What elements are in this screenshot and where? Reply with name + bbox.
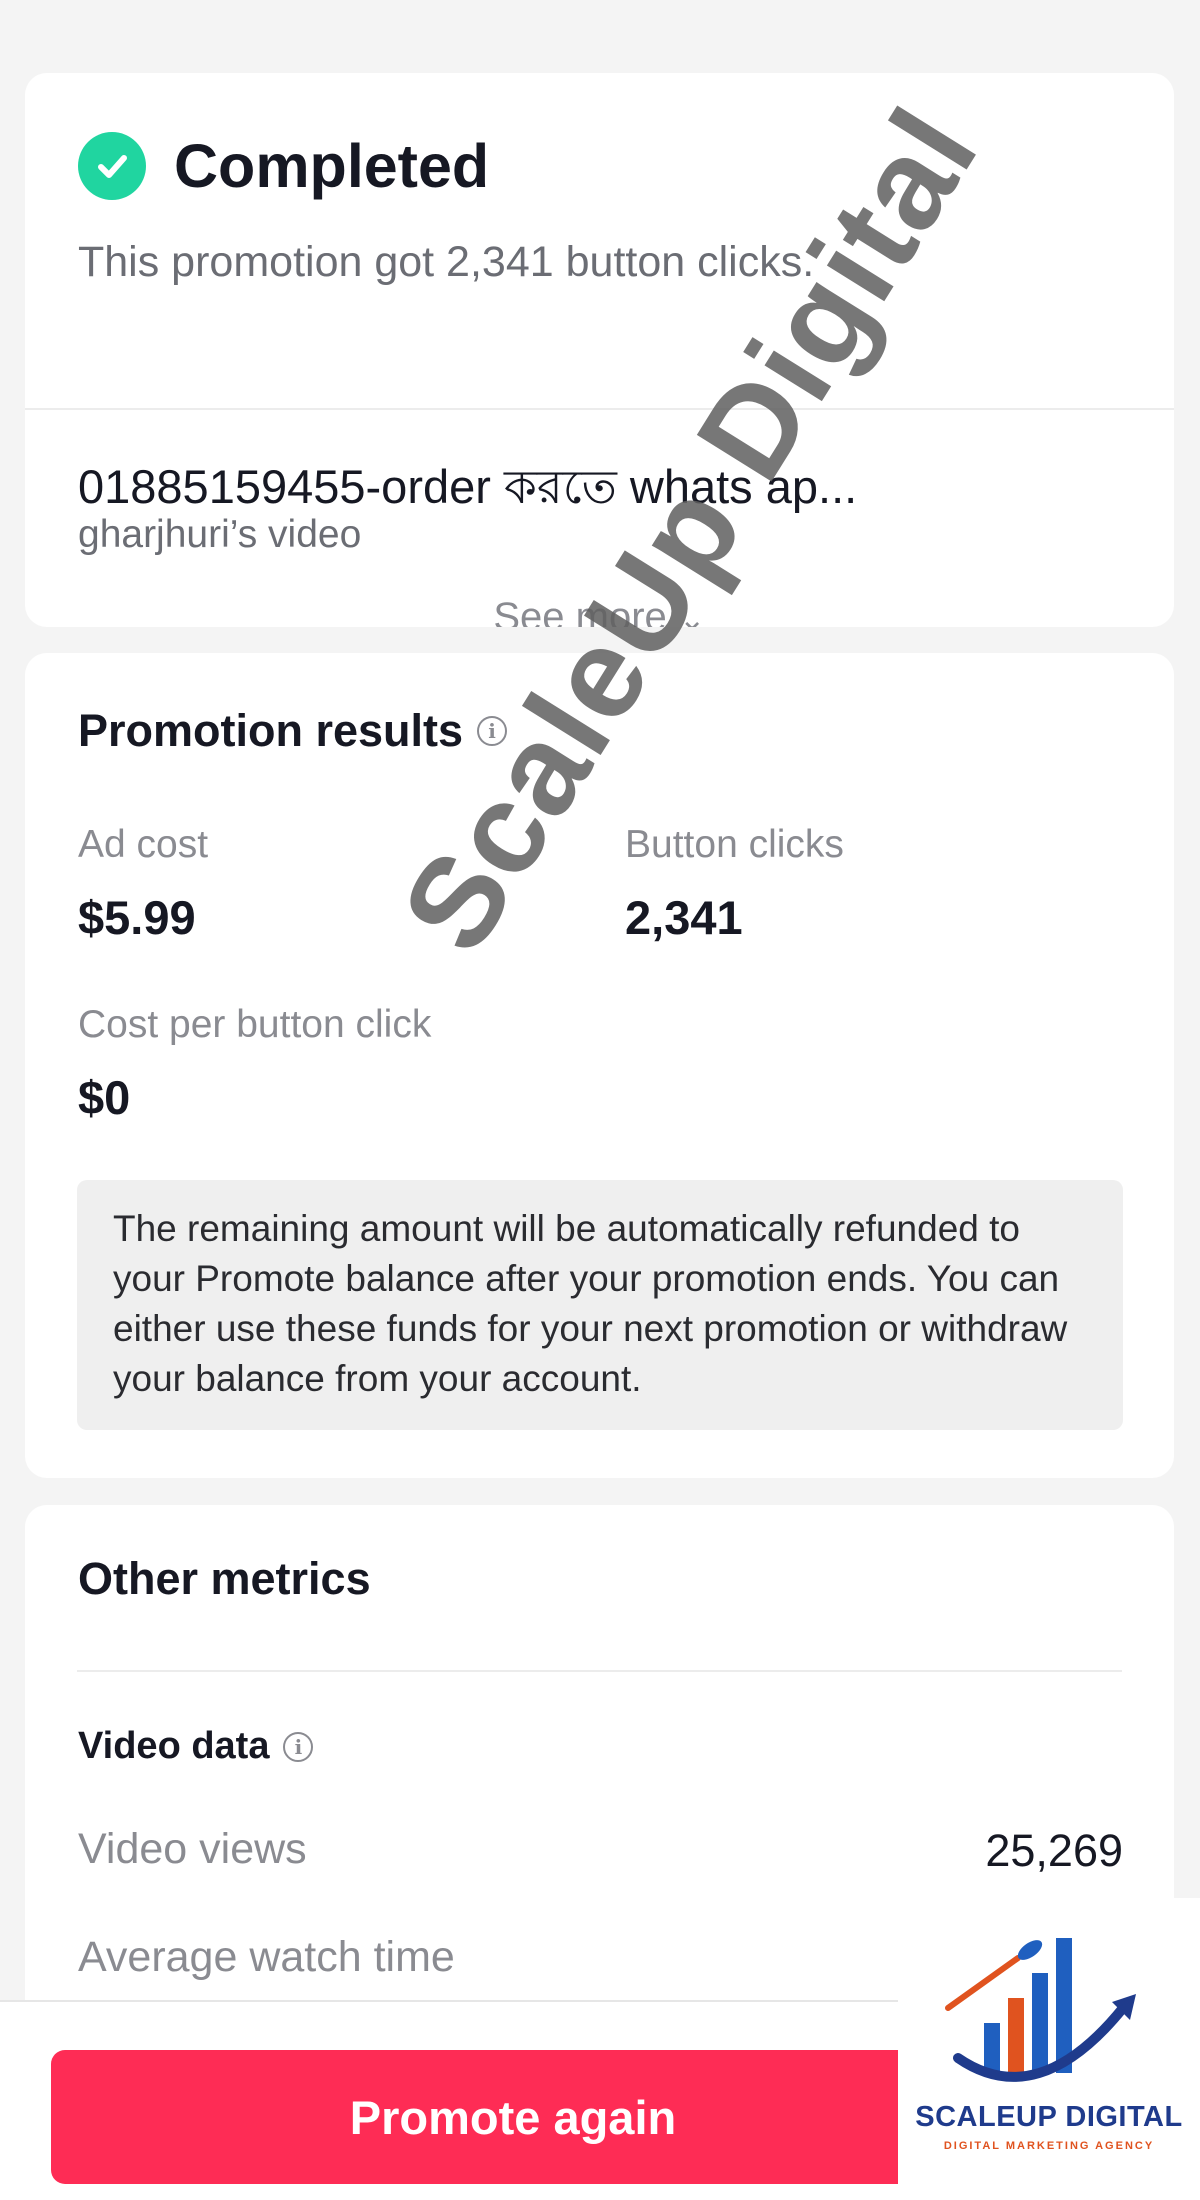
logo-tagline: DIGITAL MARKETING AGENCY (943, 2140, 1155, 2152)
button-clicks-value: 2,341 (625, 891, 743, 944)
promotion-results-card: Promotion results i Ad cost $5.99 Button… (25, 653, 1174, 1478)
video-owner: gharjhuri’s video (78, 513, 362, 556)
video-data-header: Video data i (78, 1725, 314, 1768)
other-metrics-title: Other metrics (78, 1553, 371, 1604)
video-views-label: Video views (78, 1825, 307, 1873)
refund-note: The remaining amount will be automatical… (77, 1180, 1123, 1430)
divider (77, 1670, 1122, 1672)
checkmark-icon (78, 132, 146, 200)
ad-cost-value: $5.99 (78, 891, 196, 944)
status-title: Completed (174, 132, 490, 200)
promotion-status-card: Completed This promotion got 2,341 butto… (25, 73, 1174, 627)
divider (25, 408, 1174, 410)
info-icon[interactable]: i (477, 716, 508, 746)
avg-watch-time-label: Average watch time (78, 1933, 455, 1981)
logo-name: SCALEUP DIGITAL (915, 2101, 1183, 2133)
video-data-label: Video data (78, 1725, 270, 1767)
status-subtitle: This promotion got 2,341 button clicks. (78, 238, 815, 286)
agency-logo: SCALEUP DIGITAL DIGITAL MARKETING AGENCY (898, 1898, 1200, 2200)
see-more-label: See more (493, 595, 667, 627)
info-icon[interactable]: i (283, 1731, 314, 1762)
video-views-value: 25,269 (985, 1825, 1123, 1876)
logo-graphic-icon (945, 1938, 1136, 2082)
chevron-down-icon: ⌄ (678, 601, 706, 627)
ad-cost-label: Ad cost (78, 823, 209, 866)
promote-again-label: Promote again (349, 2090, 677, 2144)
promotion-results-title: Promotion results i (78, 705, 508, 757)
promotion-details-page: Completed This promotion got 2,341 butto… (0, 0, 1200, 2200)
cost-per-click-value: $0 (78, 1071, 131, 1124)
cost-per-click-label: Cost per button click (78, 1003, 432, 1046)
button-clicks-label: Button clicks (625, 823, 844, 866)
see-more-button[interactable]: See more ⌄ (25, 595, 1174, 627)
promotion-results-heading: Promotion results (78, 705, 464, 756)
status-header: Completed (78, 131, 489, 201)
